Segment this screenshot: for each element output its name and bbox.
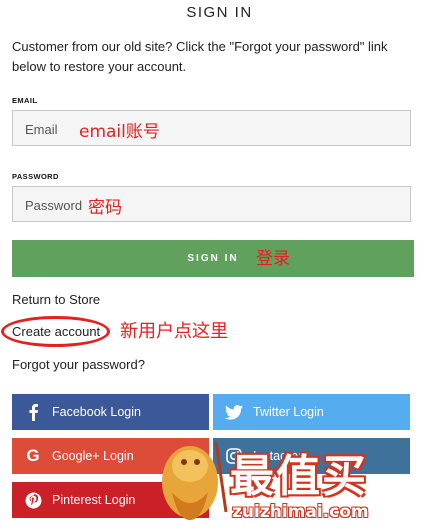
create-account-link[interactable]: Create account	[12, 324, 100, 339]
create-account-annotation: 新用户点这里	[120, 321, 228, 342]
twitter-login-label: Twitter Login	[253, 405, 324, 419]
password-label: PASSWORD	[12, 172, 59, 181]
email-placeholder: Email	[25, 122, 58, 137]
pinterest-icon	[22, 489, 44, 511]
password-placeholder: Password	[25, 198, 83, 213]
signin-button[interactable]: SIGN IN	[12, 240, 414, 277]
password-annotation: 密码	[88, 198, 122, 218]
twitter-icon	[223, 401, 245, 423]
watermark-text: 最值买	[230, 451, 368, 502]
forgot-password-link[interactable]: Forgot your password?	[12, 357, 145, 372]
twitter-login-button[interactable]: Twitter Login	[213, 394, 410, 430]
email-field[interactable]: Email	[12, 110, 411, 146]
pinterest-login-label: Pinterest Login	[52, 493, 136, 507]
intro-text: Customer from our old site? Click the "F…	[12, 39, 388, 74]
google-login-label: Google+ Login	[52, 449, 134, 463]
page-title: SIGN IN	[186, 4, 253, 21]
password-field[interactable]: Password	[12, 186, 411, 222]
email-label: EMAIL	[12, 96, 38, 105]
watermark-url: zuizhimai.com	[232, 502, 369, 522]
facebook-login-button[interactable]: Facebook Login	[12, 394, 209, 430]
return-to-store-link[interactable]: Return to Store	[12, 292, 100, 307]
facebook-login-label: Facebook Login	[52, 405, 141, 419]
signin-annotation: 登录	[256, 249, 290, 269]
email-annotation: email账号	[79, 122, 160, 142]
google-icon: G	[26, 446, 40, 465]
facebook-icon	[22, 401, 44, 423]
